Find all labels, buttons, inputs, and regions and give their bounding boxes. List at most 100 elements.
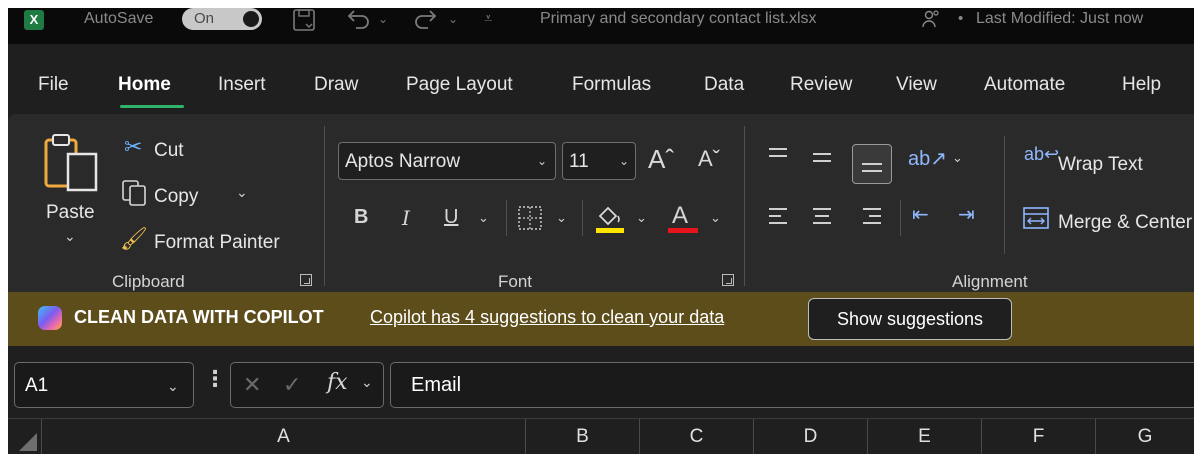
column-header-a[interactable]: A [42,419,526,454]
autosave-toggle[interactable]: On [182,8,262,30]
borders-dropdown-icon[interactable]: ⌄ [556,210,567,226]
align-center-icon[interactable] [808,204,838,234]
copy-dropdown-icon[interactable]: ⌄ [236,184,248,201]
copilot-suggestions-link[interactable]: Copilot has 4 suggestions to clean your … [370,307,724,328]
font-name-select[interactable]: Aptos Narrow ⌄ [338,142,556,180]
align-right-icon[interactable] [858,204,888,234]
tab-file[interactable]: File [38,74,69,96]
formula-controls: ✕ ✓ fx ⌄ [230,362,384,408]
tab-draw[interactable]: Draw [314,74,358,96]
column-header-c[interactable]: C [640,419,754,454]
copilot-title: CLEAN DATA WITH COPILOT [74,307,324,327]
more-options-icon[interactable]: ⋮ [204,366,226,392]
fill-color-icon[interactable] [594,204,624,231]
clipboard-group-label: Clipboard [112,272,185,291]
formula-bar: A1 ⌄ ⋮ ✕ ✓ fx ⌄ Email [8,346,1194,414]
title-bar: X AutoSave On ⌄ ⌄ ⩡ Primary and secondar… [8,8,1194,44]
autosave-label: AutoSave [84,10,154,27]
paste-dropdown-icon[interactable]: ⌄ [64,228,76,245]
select-all-icon[interactable] [8,419,42,454]
enter-icon[interactable]: ✓ [283,372,301,398]
cut-button[interactable]: Cut [154,140,184,162]
undo-icon[interactable] [344,8,372,39]
column-header-b[interactable]: B [526,419,640,454]
autosave-state: On [194,10,215,27]
decrease-indent-icon[interactable]: ⇤ [912,202,929,227]
font-size-select[interactable]: 11 ⌄ [562,142,636,180]
format-painter-icon[interactable]: 🖌 [120,226,148,252]
tab-home[interactable]: Home [118,74,171,96]
separator-dot: • [958,10,964,27]
function-dropdown-icon[interactable]: ⌄ [361,374,373,391]
format-painter-button[interactable]: Format Painter [154,232,280,254]
increase-indent-icon[interactable]: ⇥ [958,202,975,227]
formula-input[interactable]: Email [390,362,1194,408]
column-header-d[interactable]: D [754,419,868,454]
column-headers: A B C D E F G [8,418,1194,454]
fill-color-dropdown-icon[interactable]: ⌄ [636,210,647,226]
font-color-icon[interactable]: A [672,202,688,230]
paste-icon[interactable] [38,130,104,199]
formula-value: Email [411,374,462,396]
decrease-font-size-icon[interactable]: Aˇ [698,146,720,172]
wrap-text-icon[interactable]: ab↩ [1024,144,1059,165]
insert-function-icon[interactable]: fx [327,370,348,395]
active-tab-indicator [120,105,184,108]
wrap-text-button[interactable]: Wrap Text [1058,154,1143,176]
name-box[interactable]: A1 ⌄ [14,362,194,408]
show-suggestions-button[interactable]: Show suggestions [808,298,1012,340]
underline-dropdown-icon[interactable]: ⌄ [478,210,489,226]
tab-page-layout[interactable]: Page Layout [406,74,513,96]
undo-dropdown-icon[interactable]: ⌄ [378,12,388,26]
document-title: Primary and secondary contact list.xlsx [540,10,817,27]
excel-window: X AutoSave On ⌄ ⌄ ⩡ Primary and secondar… [8,8,1194,454]
copy-button[interactable]: Copy [154,186,198,208]
redo-icon[interactable] [412,8,440,39]
column-header-f[interactable]: F [982,419,1096,454]
tab-formulas[interactable]: Formulas [572,74,651,96]
merge-center-button[interactable]: Merge & Center [1058,212,1192,234]
copy-icon[interactable] [120,178,150,213]
paste-button-label[interactable]: Paste [46,202,95,224]
font-launcher-icon[interactable] [722,274,734,286]
tab-help[interactable]: Help [1122,74,1161,96]
tab-insert[interactable]: Insert [218,74,266,96]
align-top-icon[interactable] [764,144,794,174]
copilot-logo-icon [38,306,62,330]
orientation-dropdown-icon[interactable]: ⌄ [952,150,963,166]
group-divider [506,200,507,236]
toggle-knob-icon [243,11,259,27]
merge-center-icon[interactable] [1022,204,1050,237]
save-icon[interactable] [290,8,318,39]
tab-automate[interactable]: Automate [984,74,1065,96]
chevron-down-icon: ⌄ [537,154,548,168]
orientation-icon[interactable]: ab↗ [908,146,947,171]
group-divider [1004,136,1005,254]
tab-review[interactable]: Review [790,74,852,96]
customize-toolbar-icon[interactable]: ⩡ [484,10,492,27]
font-color-bar [668,228,698,233]
tab-view[interactable]: View [896,74,937,96]
clipboard-launcher-icon[interactable] [300,274,312,286]
align-bottom-icon[interactable] [852,144,892,184]
alignment-group-label: Alignment [952,272,1028,291]
cut-icon[interactable]: ✂ [124,134,142,160]
underline-button[interactable]: U [444,206,458,229]
redo-dropdown-icon[interactable]: ⌄ [448,12,458,26]
cancel-icon[interactable]: ✕ [243,372,261,398]
bold-button[interactable]: B [354,206,368,229]
align-middle-icon[interactable] [808,144,838,174]
column-header-g[interactable]: G [1096,419,1194,454]
increase-font-size-icon[interactable]: Aˆ [648,144,674,175]
italic-button[interactable]: I [402,206,410,230]
shared-person-icon[interactable] [920,8,942,34]
chevron-down-icon: ⌄ [167,378,179,394]
column-header-e[interactable]: E [868,419,982,454]
tab-data[interactable]: Data [704,74,744,96]
last-modified-status[interactable]: Last Modified: Just now [976,10,1143,28]
fill-color-bar [596,228,624,233]
group-divider [744,126,745,286]
font-color-dropdown-icon[interactable]: ⌄ [710,210,721,226]
borders-icon[interactable] [516,204,544,237]
align-left-icon[interactable] [764,204,794,234]
